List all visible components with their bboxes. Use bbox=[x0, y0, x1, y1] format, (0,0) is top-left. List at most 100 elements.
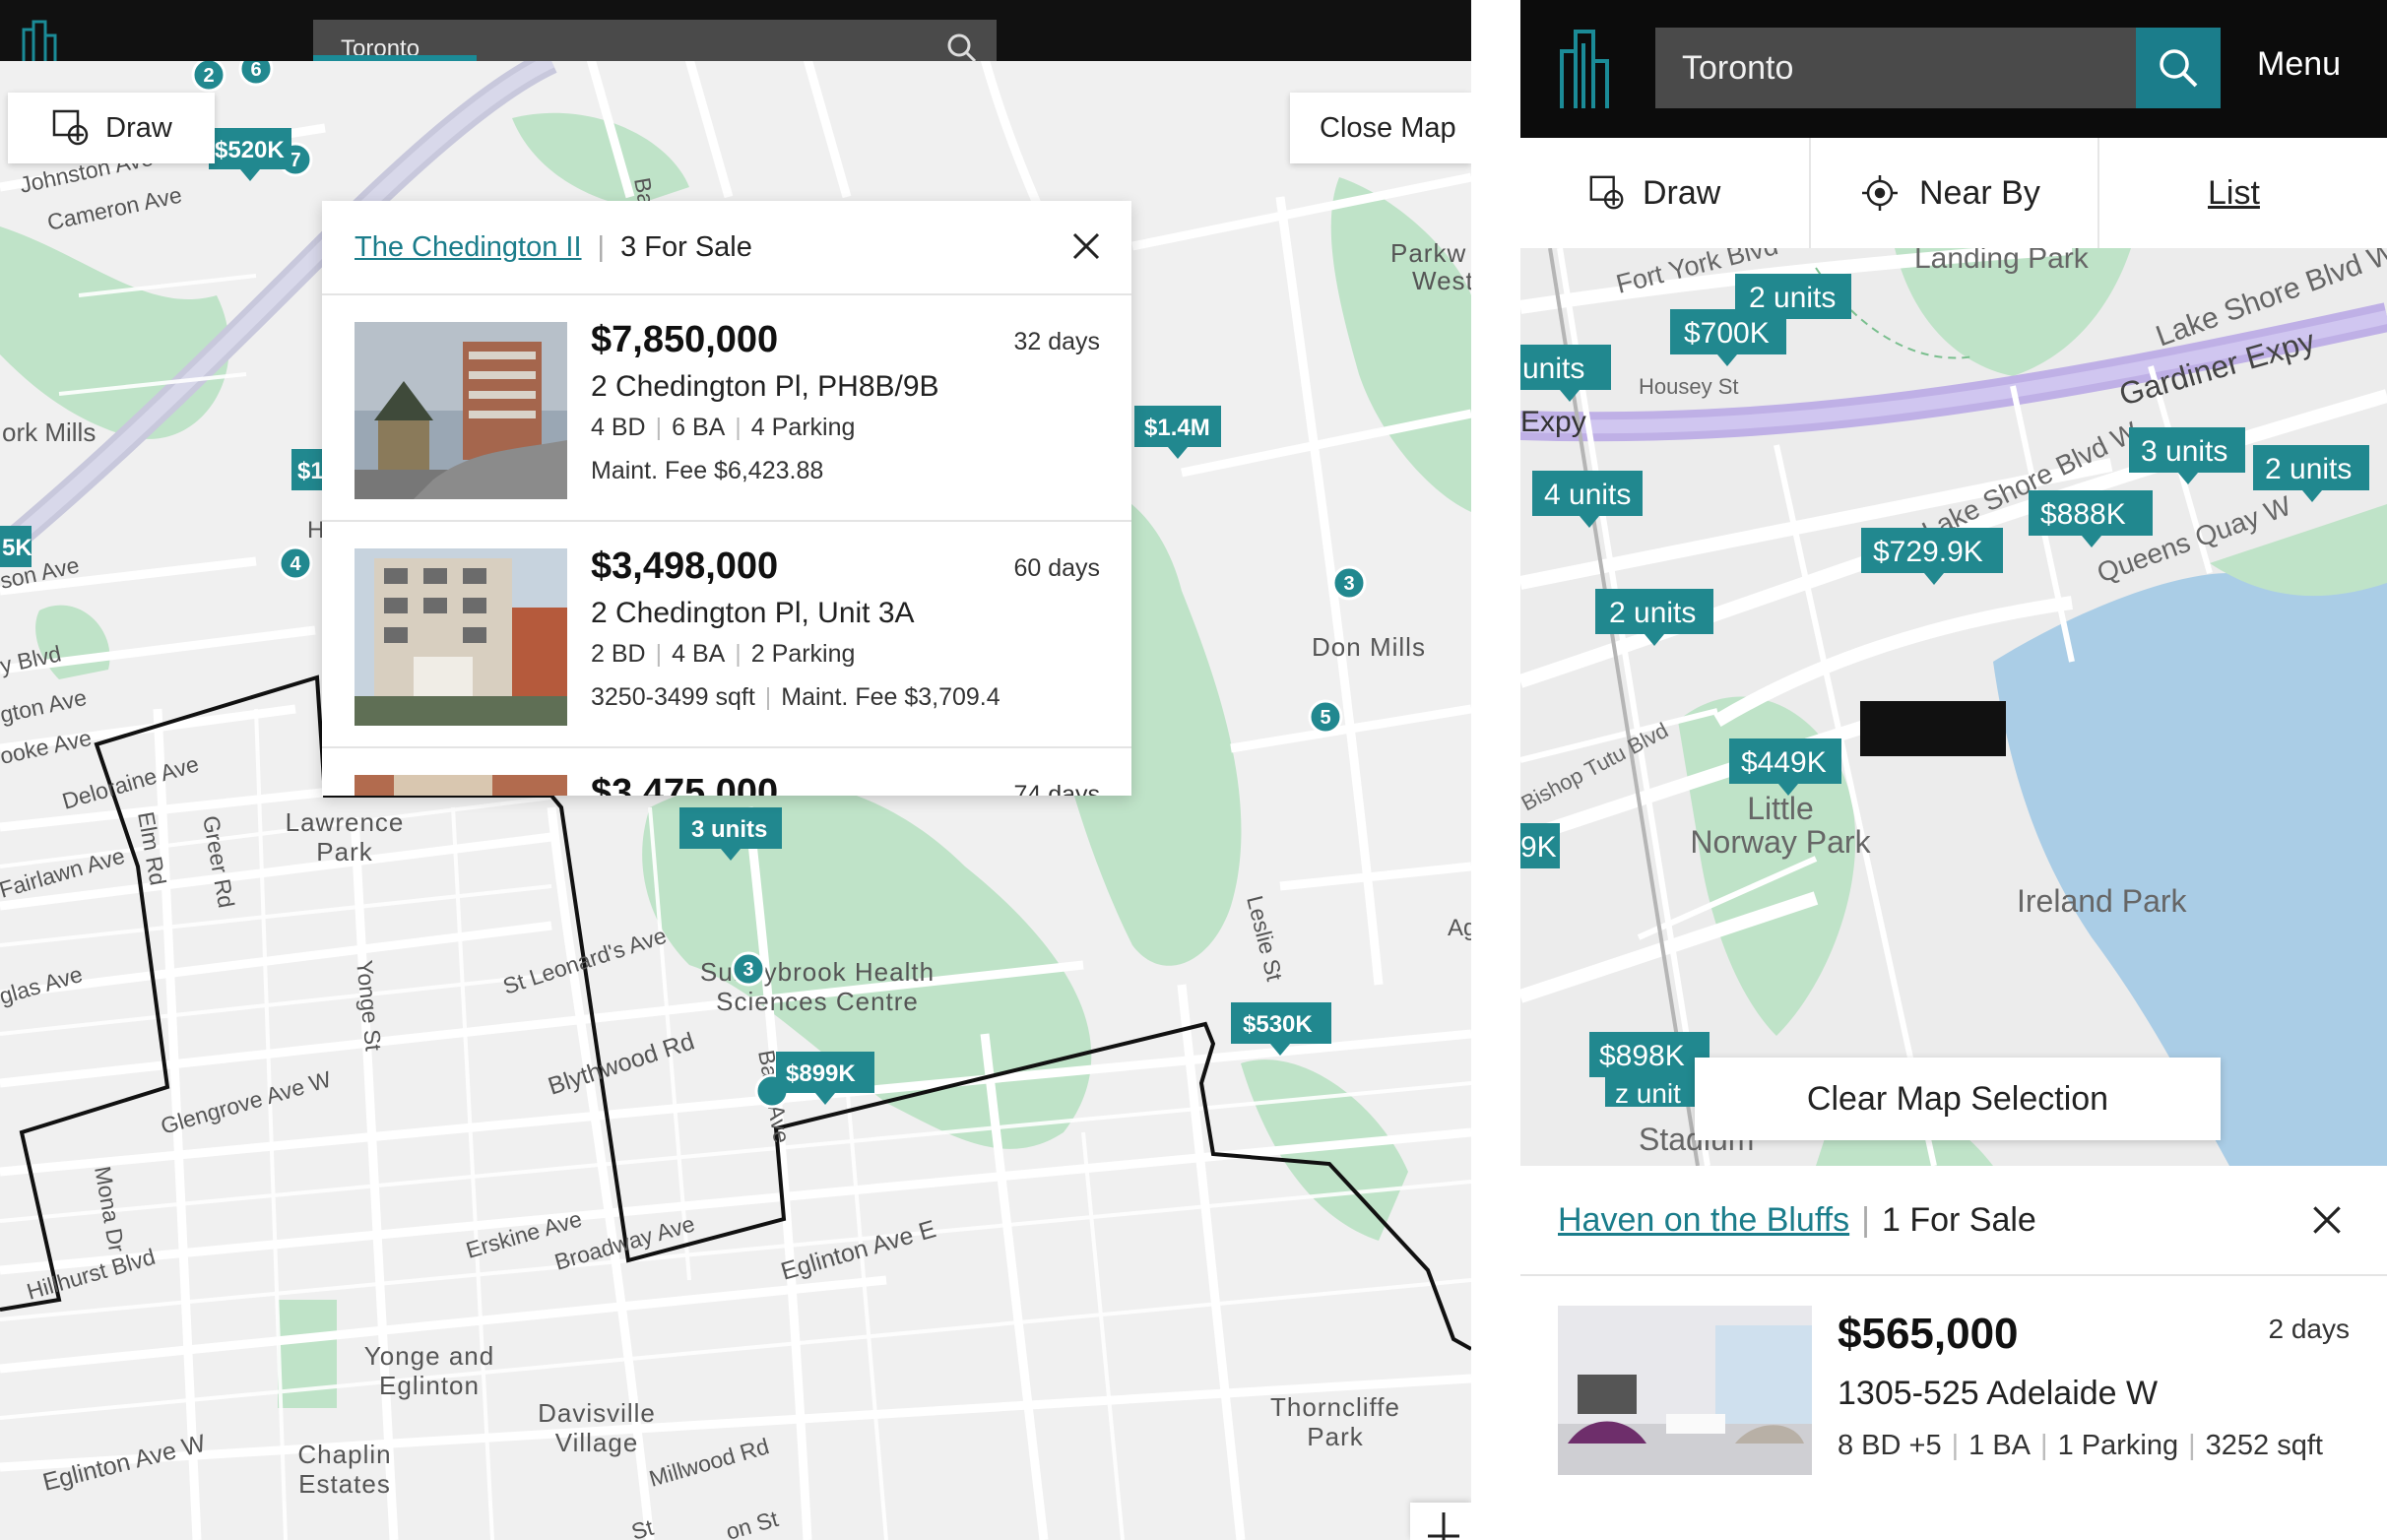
listing-specs: 8 BD +5 | 1 BA | 1 Parking | 3252 sqft bbox=[1838, 1430, 2323, 1461]
menu-button[interactable]: Menu bbox=[2257, 45, 2341, 84]
listing-photo[interactable] bbox=[355, 548, 567, 726]
listing-fees: Maint. Fee $6,423.88 bbox=[591, 457, 823, 485]
toolbar-divider bbox=[2097, 138, 2099, 248]
svg-text:DavisvilleVillage: Davisville Village bbox=[538, 1398, 656, 1457]
left-top-bar: Toronto bbox=[0, 0, 1471, 63]
svg-text:4: 4 bbox=[290, 553, 301, 575]
label-expy: Expy bbox=[1520, 406, 1586, 438]
listing-row[interactable]: $3,498,000 60 days 2 Chedington Pl, Unit… bbox=[322, 522, 1131, 748]
svg-text:2 units: 2 units bbox=[1609, 597, 1696, 629]
bedrooms: 4 BD bbox=[591, 414, 646, 441]
right-map[interactable]: Fort York Blvd Landing Park Lake Shore B… bbox=[1520, 248, 2387, 1166]
label-davisville-2: Village bbox=[555, 1428, 639, 1457]
svg-text:$449K: $449K bbox=[1741, 746, 1827, 779]
listing-specs: 2 BD | 4 BA | 2 Parking bbox=[591, 640, 856, 668]
listing-row[interactable]: $3,475,000 74 days bbox=[322, 748, 1131, 796]
svg-text:$729.9K: $729.9K bbox=[1873, 536, 1983, 568]
building-name-link[interactable]: Haven on the Bluffs bbox=[1558, 1201, 1849, 1240]
bathrooms: 6 BA bbox=[672, 414, 726, 441]
search-input[interactable]: Toronto bbox=[1655, 28, 2136, 108]
search-icon[interactable] bbox=[947, 33, 977, 63]
listing-days: 2 days bbox=[2268, 1314, 2351, 1344]
label-housey: Housey St bbox=[1639, 374, 1739, 399]
listing-specs: 4 BD | 6 BA | 4 Parking bbox=[591, 414, 856, 441]
right-header: Toronto Menu bbox=[1520, 0, 2387, 138]
label-little-norway-1: Little bbox=[1747, 791, 1814, 826]
listing-address: 2 Chedington Pl, Unit 3A bbox=[591, 597, 915, 629]
label-little-norway-2: Norway Park bbox=[1690, 824, 1871, 860]
svg-text:$1.4M: $1.4M bbox=[1144, 415, 1210, 441]
parking: 2 Parking bbox=[750, 640, 856, 668]
svg-text:$898K: $898K bbox=[1599, 1040, 1685, 1072]
cluster-marker[interactable]: 2 bbox=[191, 57, 226, 93]
nearby-label: Near By bbox=[1919, 173, 2040, 212]
close-icon[interactable] bbox=[2308, 1201, 2346, 1239]
building-popup: The Chedington II | 3 For Sale $7,850,00… bbox=[322, 201, 1131, 796]
label-units-fragment: z unit bbox=[1615, 1078, 1681, 1109]
svg-text:7: 7 bbox=[290, 150, 300, 171]
sqft: 3252 sqft bbox=[2205, 1430, 2323, 1461]
svg-text:$700K: $700K bbox=[1684, 317, 1770, 350]
clear-map-selection-button[interactable]: Clear Map Selection bbox=[1695, 1058, 2221, 1140]
loading-bar bbox=[313, 55, 477, 61]
close-map-button[interactable]: Close Map bbox=[1290, 93, 1471, 163]
search-button[interactable] bbox=[2136, 28, 2221, 108]
left-map-panel: Johnston Ave Cameron Ave ork Mills son A… bbox=[0, 0, 1471, 1540]
price-pin[interactable]: 5K bbox=[0, 526, 32, 567]
label-york-mills: ork Mills bbox=[2, 417, 96, 447]
list-view-link[interactable]: List bbox=[2208, 138, 2260, 248]
building-card: Haven on the Bluffs | 1 For Sale $565,00… bbox=[1520, 1166, 2387, 1540]
label-ag: Ag bbox=[1448, 915, 1471, 941]
maint-fee: Maint. Fee $3,709.4 bbox=[781, 683, 1000, 711]
cluster-marker[interactable]: 5 bbox=[1308, 699, 1343, 735]
cluster-marker[interactable]: 4 bbox=[278, 545, 313, 581]
listing-days: 32 days bbox=[1013, 328, 1100, 355]
building-name-link[interactable]: The Chedington II bbox=[355, 231, 582, 264]
label-davisville-1: Davisville bbox=[538, 1398, 656, 1428]
draw-label: Draw bbox=[105, 111, 172, 144]
right-map-panel: Toronto Menu Draw Near By List Fort York… bbox=[1520, 0, 2387, 1540]
price-pin[interactable]: 9K bbox=[1520, 823, 1560, 868]
svg-text:$899K: $899K bbox=[786, 1060, 856, 1087]
svg-text:$888K: $888K bbox=[2040, 498, 2126, 531]
logo-icon bbox=[1560, 30, 1609, 108]
draw-button[interactable]: Draw bbox=[1587, 138, 1720, 248]
listing-row[interactable]: $7,850,000 32 days 2 Chedington Pl, PH8B… bbox=[322, 295, 1131, 522]
cluster-marker[interactable]: 3 bbox=[731, 951, 766, 987]
svg-text:$520K: $520K bbox=[215, 137, 285, 163]
label-parkway-2: West bbox=[1412, 266, 1471, 295]
label-landing-park: Landing Park bbox=[1914, 248, 2090, 275]
svg-text:5: 5 bbox=[1320, 707, 1330, 729]
listing-photo[interactable] bbox=[355, 775, 567, 796]
zoom-plus-button[interactable] bbox=[1410, 1503, 1471, 1540]
listing-price: $7,850,000 bbox=[591, 319, 779, 360]
svg-text:3: 3 bbox=[742, 959, 753, 981]
redacted-box bbox=[1860, 701, 2006, 756]
price-pin[interactable]: $1 bbox=[291, 449, 325, 490]
for-sale-count: 1 For Sale bbox=[1881, 1200, 2036, 1239]
close-icon[interactable] bbox=[1068, 228, 1104, 264]
header-separator: | bbox=[597, 230, 606, 263]
svg-text:Yonge andEglinton: Yonge and Eglinton bbox=[364, 1341, 494, 1400]
listing-price: $3,475,000 bbox=[591, 772, 779, 796]
listing-row[interactable]: $565,000 2 days 1305-525 Adelaide W 8 BD… bbox=[1520, 1276, 2387, 1493]
listing-address: 2 Chedington Pl, PH8B/9B bbox=[591, 370, 939, 403]
parking: 1 Parking bbox=[2057, 1430, 2179, 1461]
for-sale-count: 3 For Sale bbox=[620, 230, 752, 263]
cluster-marker[interactable]: 3 bbox=[1331, 565, 1367, 601]
listing-photo[interactable] bbox=[1558, 1306, 1812, 1475]
price-pin[interactable]: $898K bbox=[1589, 1032, 1710, 1077]
draw-button[interactable]: Draw bbox=[8, 93, 215, 163]
card-header: Haven on the Bluffs | 1 For Sale bbox=[1520, 1166, 2387, 1276]
svg-text:3 units: 3 units bbox=[691, 816, 767, 843]
listing-photo[interactable] bbox=[355, 322, 567, 499]
svg-text:$1: $1 bbox=[297, 458, 324, 484]
label-chaplin-2: Estates bbox=[298, 1469, 391, 1499]
plus-icon bbox=[1428, 1512, 1459, 1540]
label-don-mills: Don Mills bbox=[1312, 632, 1426, 662]
search-value: Toronto bbox=[1682, 48, 1794, 87]
listing-fees: 3250-3499 sqft | Maint. Fee $3,709.4 bbox=[591, 683, 1000, 711]
listing-address: 1305-525 Adelaide W bbox=[1838, 1375, 2159, 1412]
nearby-button[interactable]: Near By bbox=[1860, 138, 2040, 248]
bathrooms: 4 BA bbox=[672, 640, 726, 668]
